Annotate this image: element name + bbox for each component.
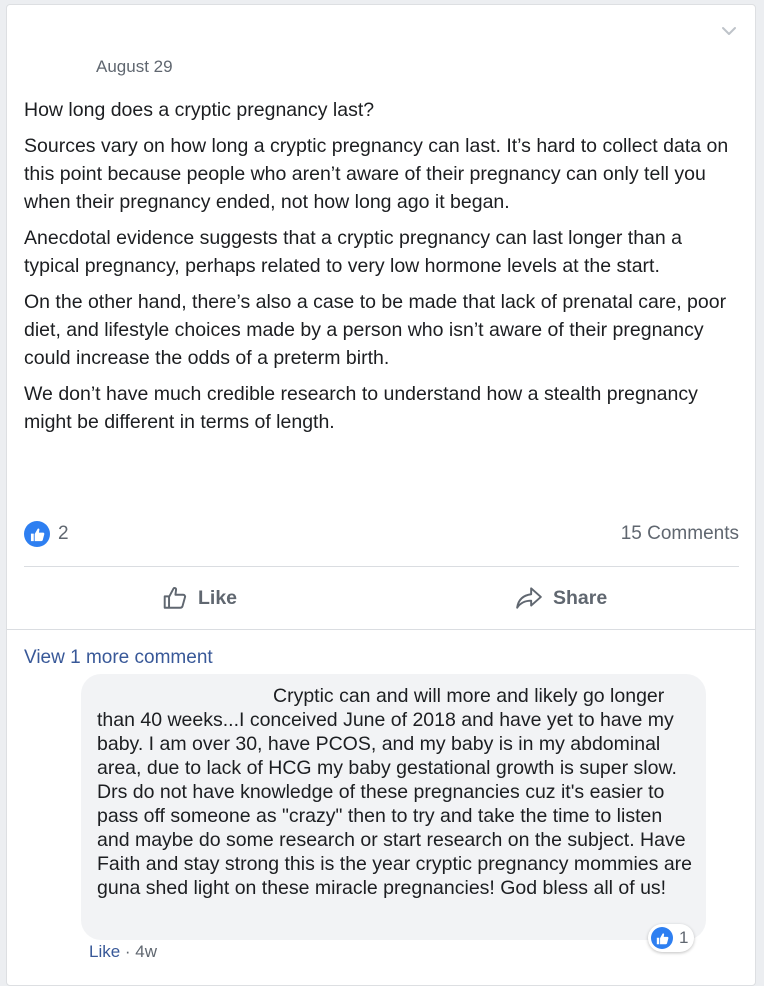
divider: [24, 566, 739, 567]
comment-timestamp[interactable]: 4w: [135, 942, 157, 961]
post-paragraph: Sources vary on how long a cryptic pregn…: [24, 135, 729, 213]
comment-reaction-summary[interactable]: 1: [648, 924, 695, 952]
divider: [7, 629, 755, 630]
reaction-summary[interactable]: 2: [24, 521, 69, 547]
like-button-label: Like: [198, 586, 238, 609]
post-body: How long does a cryptic pregnancy last? …: [24, 96, 740, 444]
view-more-comments-link[interactable]: View 1 more comment: [24, 647, 213, 669]
chevron-down-icon[interactable]: [721, 25, 737, 37]
comment-bubble: Cryptic can and will more and likely go …: [81, 674, 706, 940]
like-button[interactable]: Like: [162, 580, 237, 616]
post-paragraph: On the other hand, there’s also a case t…: [24, 291, 727, 369]
comments-count-link[interactable]: 15 Comments: [621, 523, 739, 545]
comment-like-link[interactable]: Like: [89, 942, 120, 961]
avatar[interactable]: [31, 689, 75, 733]
post-paragraph: Anecdotal evidence suggests that a crypt…: [24, 227, 682, 277]
share-arrow-icon: [516, 587, 542, 609]
post-card: August 29 How long does a cryptic pregna…: [6, 4, 756, 986]
like-reaction-icon: [651, 927, 673, 949]
share-button-label: Share: [553, 586, 608, 609]
meta-separator: ·: [120, 942, 136, 961]
post-paragraph: We don’t have much credible research to …: [24, 383, 698, 433]
post-paragraph: How long does a cryptic pregnancy last?: [24, 99, 375, 121]
like-reaction-icon: [24, 521, 50, 547]
comment-reaction-count: 1: [679, 928, 689, 947]
thumbs-up-icon: [163, 587, 187, 609]
comment-text: Cryptic can and will more and likely go …: [97, 685, 692, 899]
reaction-count: 2: [58, 523, 69, 544]
comment-meta: Like · 4w: [89, 942, 157, 962]
post-date[interactable]: August 29: [96, 57, 173, 77]
share-button[interactable]: Share: [515, 580, 607, 616]
